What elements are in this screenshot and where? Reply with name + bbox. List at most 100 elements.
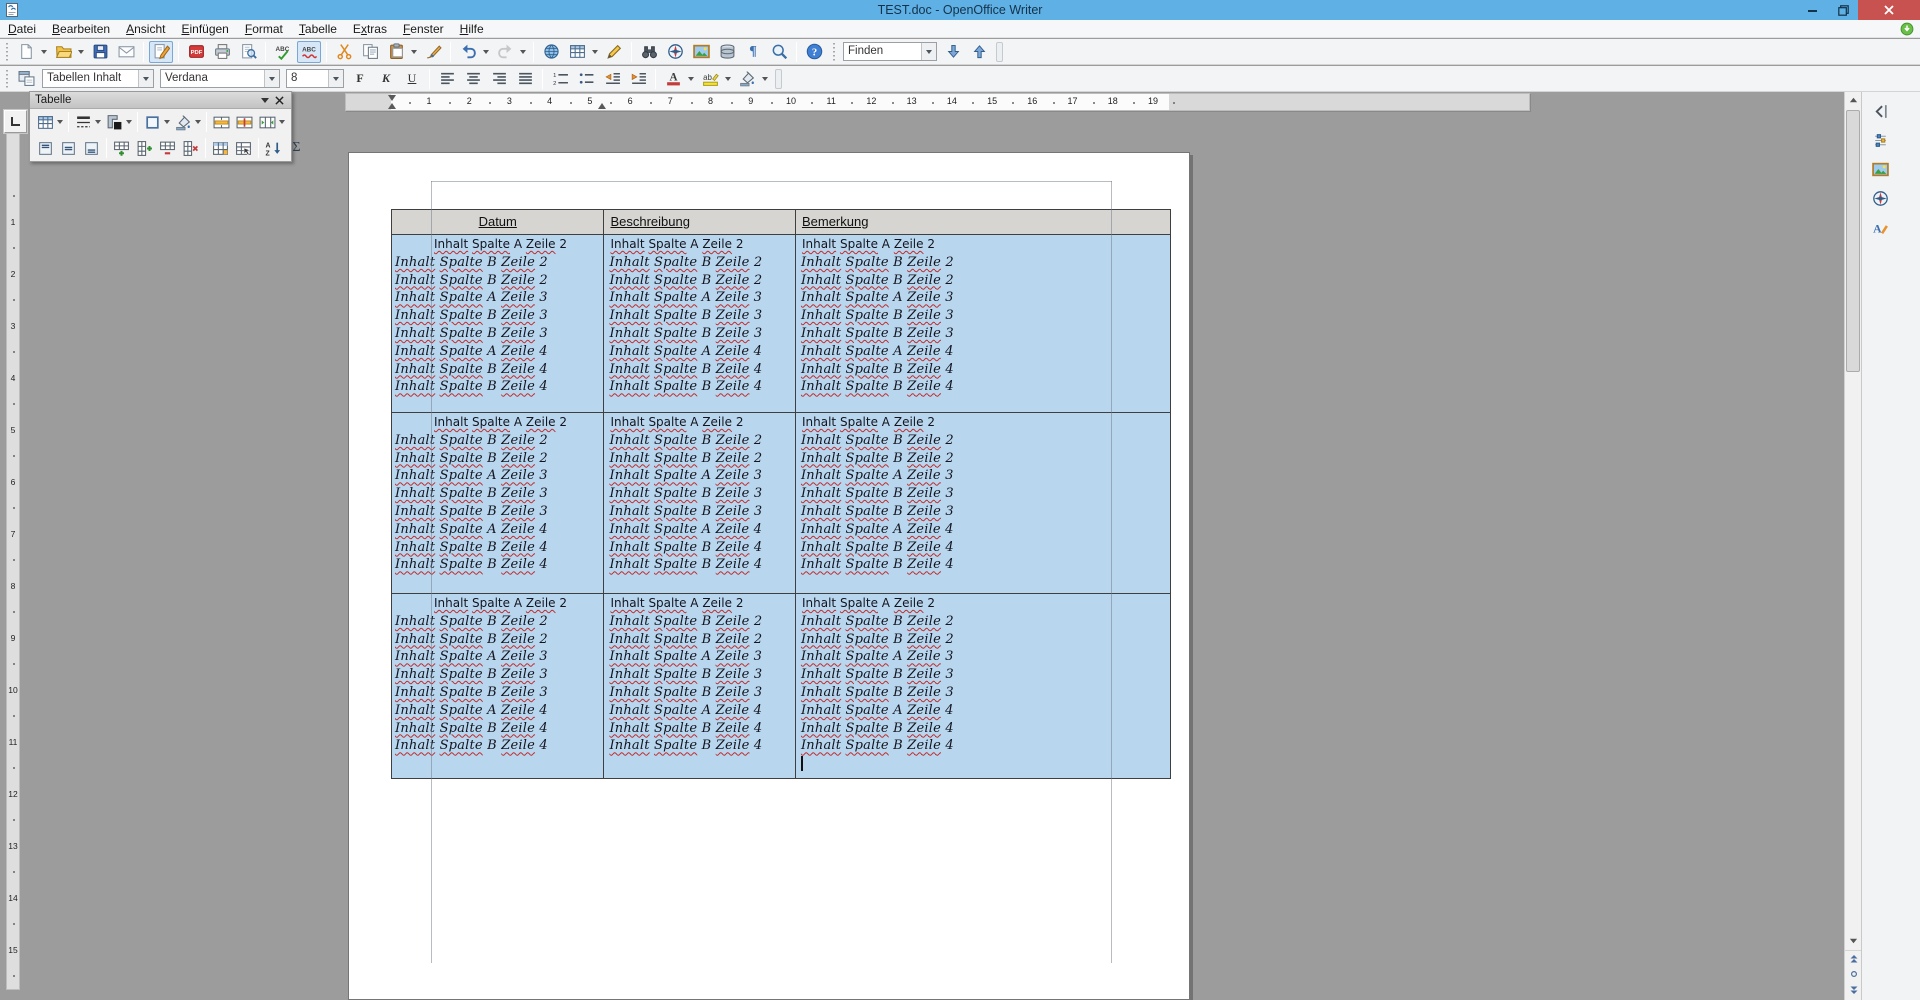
tab-stop-selector[interactable]: [4, 110, 27, 133]
styles-panel-button[interactable]: A: [1869, 216, 1891, 238]
toolbar-grip[interactable]: [831, 43, 836, 61]
table-cell[interactable]: Inhalt Spalte A Zeile 2Inhalt Spalte B Z…: [796, 235, 1170, 412]
find-up-button[interactable]: [967, 41, 991, 63]
edit-file-button[interactable]: [149, 41, 173, 63]
tbl-table-dropdown-button[interactable]: [57, 111, 63, 133]
table-panel-titlebar[interactable]: Tabelle: [30, 92, 291, 109]
save-button[interactable]: [88, 41, 112, 63]
font-size-combo-dropdown-button[interactable]: [328, 70, 343, 87]
previous-page-button[interactable]: [1845, 950, 1862, 966]
menu-format[interactable]: Format: [237, 20, 291, 38]
background-color-button[interactable]: [735, 68, 759, 90]
indent-marker[interactable]: [388, 103, 396, 109]
table-header-cell[interactable]: Datum: [392, 210, 604, 234]
find-replace-button[interactable]: [637, 41, 661, 63]
sidebar-toggle-button[interactable]: [1869, 100, 1891, 122]
table-header-cell[interactable]: Bemerkung: [796, 210, 1170, 234]
menu-datei[interactable]: Datei: [0, 20, 44, 38]
font-size-combo[interactable]: 8: [286, 69, 344, 88]
insert-table-dropdown-button[interactable]: [590, 41, 599, 63]
open-button[interactable]: [51, 41, 75, 63]
tbl-background-button[interactable]: [173, 112, 194, 133]
hyperlink-button[interactable]: [539, 41, 563, 63]
table-header-cell[interactable]: Beschreibung: [604, 210, 796, 234]
menu-extras[interactable]: Extras: [345, 20, 395, 38]
paste-dropdown-button[interactable]: [409, 41, 418, 63]
tbl-optimize-dropdown-button[interactable]: [279, 111, 285, 133]
menu-bearbeiten[interactable]: Bearbeiten: [44, 20, 118, 38]
align-right-button[interactable]: [487, 68, 511, 90]
highlighting-dropdown-button[interactable]: [723, 68, 732, 90]
tbl-borders-button[interactable]: [142, 112, 163, 133]
font-size-combo-value[interactable]: 8: [287, 70, 328, 87]
menu-hilfe[interactable]: Hilfe: [452, 20, 492, 38]
find-combo[interactable]: Finden: [843, 42, 937, 61]
background-color-dropdown-button[interactable]: [760, 68, 769, 90]
menu-einfgen[interactable]: Einfügen: [173, 20, 236, 38]
export-pdf-button[interactable]: PDF: [184, 41, 208, 63]
undo-button[interactable]: [456, 41, 480, 63]
gallery-button[interactable]: [689, 41, 713, 63]
tbl-delete-column-button[interactable]: [180, 138, 201, 159]
scroll-up-button[interactable]: [1845, 92, 1862, 108]
tbl-optimize-button[interactable]: [257, 112, 278, 133]
find-down-button[interactable]: [941, 41, 965, 63]
increase-indent-button[interactable]: [626, 68, 650, 90]
gallery-panel-button[interactable]: [1869, 158, 1891, 180]
tbl-background-dropdown-button[interactable]: [195, 111, 201, 133]
tbl-merge-cells-button[interactable]: [211, 112, 232, 133]
table-cell[interactable]: Inhalt Spalte A Zeile 2Inhalt Spalte B Z…: [796, 413, 1170, 593]
navigation-button[interactable]: [1845, 966, 1862, 982]
tbl-insert-column-button[interactable]: [134, 138, 155, 159]
vertical-scrollbar[interactable]: [1844, 92, 1861, 1000]
tbl-valign-center-button[interactable]: [58, 138, 79, 159]
align-justify-button[interactable]: [513, 68, 537, 90]
copy-button[interactable]: [358, 41, 382, 63]
menu-fenster[interactable]: Fenster: [395, 20, 452, 38]
table-cell[interactable]: Inhalt Spalte A Zeile 2Inhalt Spalte B Z…: [392, 235, 604, 412]
restore-button[interactable]: [1828, 0, 1858, 20]
undo-dropdown-button[interactable]: [481, 41, 490, 63]
format-paintbrush-button[interactable]: [421, 41, 445, 63]
draw-functions-button[interactable]: [602, 41, 626, 63]
tbl-delete-row-button[interactable]: [157, 138, 178, 159]
table-cell[interactable]: Inhalt Spalte A Zeile 2Inhalt Spalte B Z…: [796, 594, 1170, 778]
help-button[interactable]: ?: [802, 41, 826, 63]
font-name-combo-dropdown-button[interactable]: [264, 70, 279, 87]
paste-button[interactable]: [384, 41, 408, 63]
font-color-button[interactable]: A: [661, 68, 685, 90]
tbl-properties-button[interactable]: [233, 138, 254, 159]
navigator-button[interactable]: [663, 41, 687, 63]
data-sources-button[interactable]: [715, 41, 739, 63]
underline-button[interactable]: U: [400, 68, 424, 90]
insert-table-button[interactable]: [565, 41, 589, 63]
auto-spellcheck-button[interactable]: ABC: [297, 41, 321, 63]
table-cell[interactable]: Inhalt Spalte A Zeile 2Inhalt Spalte B Z…: [604, 413, 796, 593]
indent-marker[interactable]: [388, 95, 396, 101]
font-name-combo-value[interactable]: Verdana: [161, 70, 264, 87]
toolbar-end-handle[interactable]: [775, 69, 782, 89]
align-left-button[interactable]: [435, 68, 459, 90]
tbl-split-cells-button[interactable]: [234, 112, 255, 133]
table-cell[interactable]: Inhalt Spalte A Zeile 2Inhalt Spalte B Z…: [392, 413, 604, 593]
indent-marker[interactable]: [598, 103, 606, 109]
redo-dropdown-button[interactable]: [518, 41, 527, 63]
minimize-button[interactable]: [1798, 0, 1828, 20]
highlighting-button[interactable]: ab: [698, 68, 722, 90]
paragraph-style-combo-value[interactable]: Tabellen Inhalt: [43, 70, 138, 87]
scrollbar-thumb[interactable]: [1846, 110, 1860, 372]
document-table[interactable]: DatumBeschreibungBemerkungInhalt Spalte …: [391, 209, 1171, 779]
tbl-valign-top-button[interactable]: [35, 138, 56, 159]
toolbar-grip[interactable]: [4, 43, 9, 61]
cut-button[interactable]: [332, 41, 356, 63]
find-combo-value[interactable]: Finden: [844, 43, 921, 60]
menu-tabelle[interactable]: Tabelle: [291, 20, 345, 38]
tbl-line-style-button[interactable]: [73, 112, 94, 133]
tbl-line-style-dropdown-button[interactable]: [95, 111, 101, 133]
font-name-combo[interactable]: Verdana: [160, 69, 280, 88]
bullet-list-button[interactable]: [574, 68, 598, 90]
navigator-panel-button[interactable]: [1869, 187, 1891, 209]
close-button[interactable]: [1858, 0, 1920, 20]
document-page[interactable]: DatumBeschreibungBemerkungInhalt Spalte …: [348, 152, 1190, 1000]
open-dropdown-button[interactable]: [76, 41, 85, 63]
